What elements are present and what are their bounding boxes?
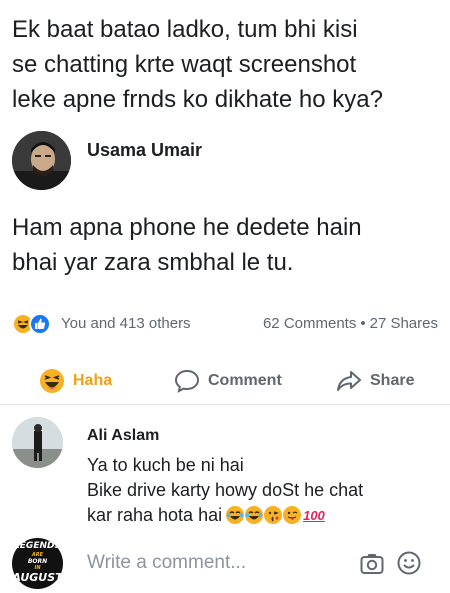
comment-button[interactable]: Comment xyxy=(174,366,282,396)
answer-line: bhai yar zara smbhal le tu. xyxy=(12,249,294,276)
hundred-points-emoji-icon: 100 xyxy=(303,508,325,523)
own-avatar[interactable]: LEGENDS ARE BORN IN AUGUST xyxy=(12,538,63,589)
avatar-logo-text: AUGUST xyxy=(12,571,63,584)
commenter-name[interactable]: Ali Aslam xyxy=(87,427,159,445)
haha-icon xyxy=(39,368,65,394)
reactions-count[interactable]: You and 413 others xyxy=(61,315,191,332)
commenter-avatar[interactable] xyxy=(12,417,63,468)
comment-line-with-emoji: kar raha hota hai 100 xyxy=(87,503,417,528)
comment-share-counts: 62 Comments • 27 Shares xyxy=(263,315,438,332)
question-line: se chatting krte waqt screenshot xyxy=(12,51,357,78)
avatar-logo-text: LEGENDS xyxy=(14,541,61,551)
comment-line: Ya to kuch be ni hai xyxy=(87,455,244,475)
author-avatar[interactable] xyxy=(12,131,71,190)
share-button[interactable]: Share xyxy=(336,366,414,396)
author-name[interactable]: Usama Umair xyxy=(87,140,202,161)
tears-of-joy-emoji-icon xyxy=(245,506,264,524)
comment-input[interactable]: Write a comment... xyxy=(87,552,246,574)
tears-of-joy-emoji-icon xyxy=(226,506,245,524)
question-line: Ek baat batao ladko, tum bhi kisi xyxy=(12,16,358,43)
question-line: leke apne frnds ko dikhate ho kya? xyxy=(12,86,383,113)
haha-button[interactable]: Haha xyxy=(39,366,112,396)
share-label: Share xyxy=(370,372,415,389)
like-reaction-icon xyxy=(29,313,51,335)
action-bar: Haha Comment Share xyxy=(0,360,450,400)
comment-line: Bike drive karty howy doSt he chat xyxy=(87,480,364,500)
emoji-smile-icon[interactable] xyxy=(397,551,421,575)
camera-icon[interactable] xyxy=(360,553,384,575)
comment-text: Ya to kuch be ni hai Bike drive karty ho… xyxy=(87,453,417,528)
shares-count[interactable]: 27 Shares xyxy=(370,315,438,332)
comment-bubble-icon xyxy=(174,368,200,394)
reaction-stats: You and 413 others 62 Comments • 27 Shares xyxy=(12,312,438,336)
winking-tongue-emoji-icon xyxy=(283,506,302,524)
divider xyxy=(0,404,450,405)
haha-label: Haha xyxy=(73,372,113,389)
comment-label: Comment xyxy=(208,372,282,389)
share-arrow-icon xyxy=(336,368,362,394)
comment-composer: LEGENDS ARE BORN IN AUGUST Write a comme… xyxy=(12,538,438,590)
answer-line: Ham apna phone he dedete hain xyxy=(12,214,362,241)
reaction-icons[interactable] xyxy=(12,313,58,335)
kissing-emoji-icon xyxy=(264,506,283,524)
comments-count[interactable]: 62 Comments xyxy=(263,315,356,332)
answer-text: Ham apna phone he dedete hain bhai yar z… xyxy=(12,210,442,280)
dot-separator: • xyxy=(360,315,366,332)
avatar-logo-text: BORN xyxy=(27,558,48,565)
post-question: Ek baat batao ladko, tum bhi kisi se cha… xyxy=(12,12,442,117)
comment-line: kar raha hota hai xyxy=(87,505,223,525)
